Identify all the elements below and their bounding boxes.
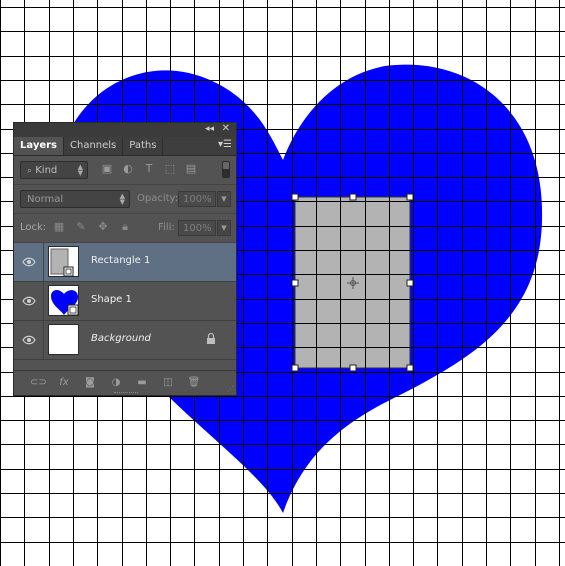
panel-footer: ⊂⊃ fx ◙ ◑ ▬ ◫ 🗑︎ ⋰ — [14, 370, 236, 395]
blend-row: Normal ▲ ▼ Opacity: 100% ▼ — [14, 185, 236, 214]
lock-label: Lock: — [20, 222, 47, 233]
transform-handle[interactable] — [349, 364, 357, 372]
lock-transparent-pixels-icon[interactable]: ▦ — [52, 220, 66, 234]
eye-icon[interactable] — [22, 256, 36, 268]
panel-resize-grip[interactable] — [114, 392, 138, 396]
transform-handle[interactable] — [291, 279, 299, 287]
resize-corner-icon[interactable]: ⋰ — [227, 385, 234, 393]
layer-thumbnail-background — [48, 324, 79, 355]
eye-separator — [43, 243, 44, 281]
new-layer-icon[interactable]: ◫ — [160, 376, 176, 390]
shape-filter-icon[interactable]: ⬚ — [163, 162, 177, 176]
lock-row: Lock: ▦ ✎ ✥ 🔒︎ Fill: 100% ▼ — [14, 214, 236, 243]
double-chevron-right-icon[interactable]: ◂◂ — [205, 124, 214, 134]
eye-icon[interactable] — [22, 334, 36, 346]
type-filter-icon[interactable]: T — [142, 162, 156, 176]
lock-icon — [207, 332, 215, 344]
pixel-filter-icon[interactable]: ▣ — [100, 162, 114, 176]
transform-handle[interactable] — [406, 279, 414, 287]
fill-label: Fill: — [158, 222, 175, 233]
tab-channels[interactable]: Channels — [64, 137, 124, 155]
layers-panel: ◂◂ ✕ Layers Channels Paths ▾☰ ⌕ Kind ▲ ▼ … — [13, 122, 237, 396]
mask-icon[interactable]: ◙ — [82, 376, 98, 390]
transform-handle[interactable] — [406, 193, 414, 201]
trash-icon[interactable]: 🗑︎ — [186, 376, 202, 390]
fill-dropdown-arrow-icon[interactable]: ▼ — [217, 220, 231, 236]
transform-handle[interactable] — [349, 193, 357, 201]
eye-separator — [43, 321, 44, 359]
eye-separator — [43, 282, 44, 320]
opacity-field[interactable]: 100% — [178, 191, 216, 207]
tab-layers[interactable]: Layers — [14, 137, 64, 155]
search-icon: ⌕ — [27, 166, 33, 176]
lock-position-icon[interactable]: ✥ — [96, 220, 110, 234]
smart-object-filter-icon[interactable]: ▤ — [184, 162, 198, 176]
group-folder-icon[interactable]: ▬ — [134, 376, 150, 390]
panel-titlebar[interactable]: ◂◂ ✕ — [14, 123, 236, 137]
layer-name[interactable]: Rectangle 1 — [91, 255, 150, 266]
layer-row-shape-1[interactable]: Shape 1 — [14, 282, 236, 321]
filter-row: ⌕ Kind ▲ ▼ ▣ ◐ T ⬚ ▤ — [14, 156, 236, 185]
dropdown-arrows-icon: ▲ ▼ — [119, 192, 125, 206]
tab-paths[interactable]: Paths — [123, 137, 164, 155]
filter-kind-label: Kind — [35, 165, 58, 176]
blend-mode-dropdown[interactable]: Normal ▲ ▼ — [20, 190, 130, 208]
opacity-label: Opacity: — [137, 193, 179, 204]
dropdown-arrows-icon: ▲ ▼ — [77, 163, 83, 177]
adjustment-layer-icon[interactable]: ◑ — [108, 376, 124, 390]
panel-tabs: Layers Channels Paths ▾☰ — [14, 137, 236, 156]
layer-name[interactable]: Shape 1 — [91, 294, 132, 305]
lock-image-pixels-icon[interactable]: ✎ — [74, 220, 88, 234]
blend-mode-value: Normal — [27, 194, 64, 205]
transform-handle[interactable] — [291, 193, 299, 201]
layer-row-background[interactable]: Background — [14, 321, 236, 360]
close-icon[interactable]: ✕ — [222, 123, 230, 134]
lock-all-icon[interactable]: 🔒︎ — [118, 220, 132, 234]
layer-row-rectangle-1[interactable]: Rectangle 1 — [14, 243, 236, 282]
transform-handle[interactable] — [291, 364, 299, 372]
filter-kind-dropdown[interactable]: ⌕ Kind ▲ ▼ — [20, 161, 88, 179]
filter-toggle[interactable] — [222, 161, 230, 178]
layer-name[interactable]: Background — [91, 333, 151, 344]
opacity-dropdown-arrow-icon[interactable]: ▼ — [217, 191, 231, 207]
fill-field[interactable]: 100% — [178, 220, 216, 236]
fx-icon[interactable]: fx — [56, 376, 72, 390]
eye-icon[interactable] — [22, 295, 36, 307]
layer-thumbnail-rectangle — [48, 246, 79, 277]
adjustment-filter-icon[interactable]: ◐ — [121, 162, 135, 176]
transform-handle[interactable] — [406, 364, 414, 372]
panel-menu-icon[interactable]: ▾☰ — [218, 139, 232, 150]
link-layers-icon[interactable]: ⊂⊃ — [30, 376, 47, 390]
layer-thumbnail-heart — [48, 285, 79, 316]
